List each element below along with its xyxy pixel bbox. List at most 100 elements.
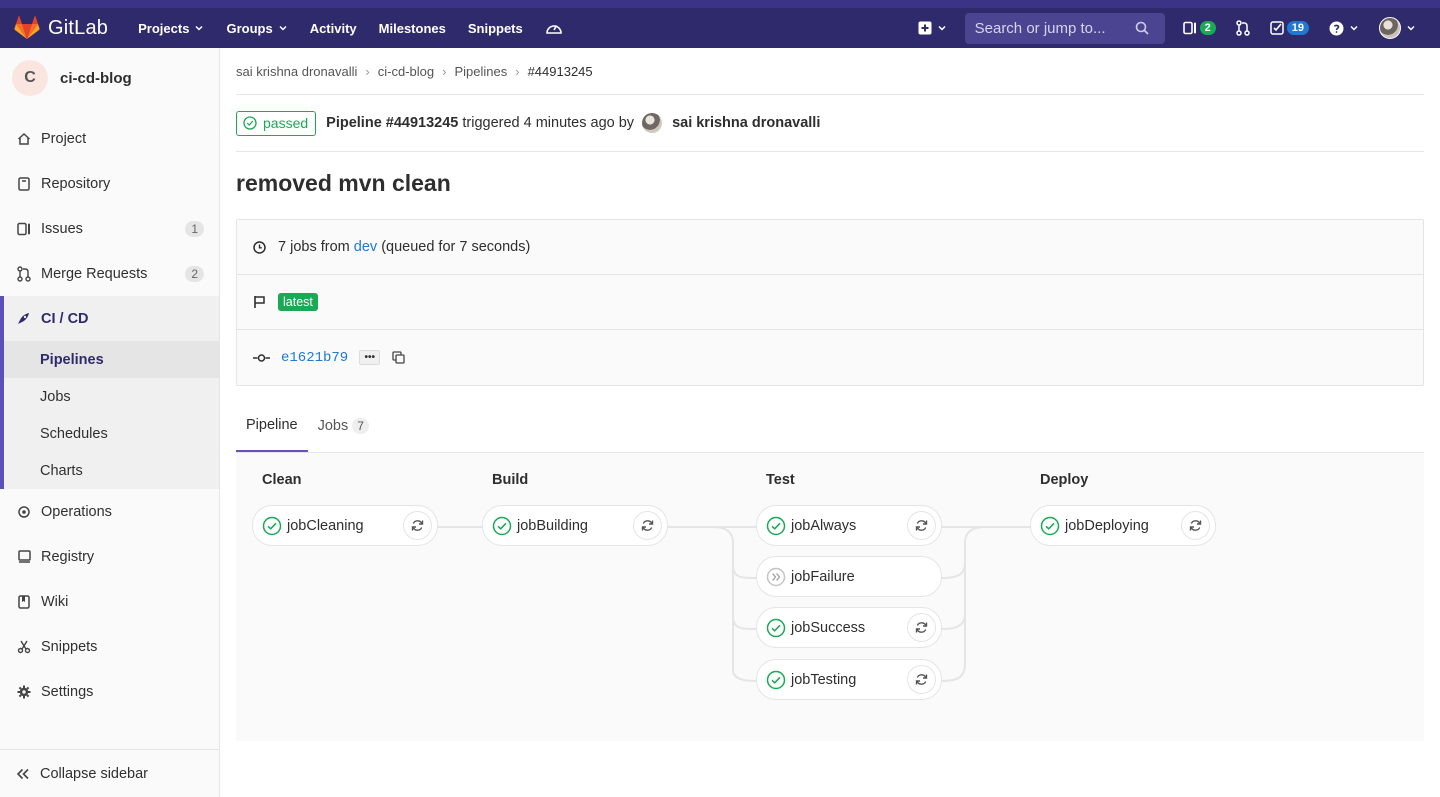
sidebar-subitem-schedules[interactable]: Schedules	[4, 415, 219, 452]
copy-sha-button[interactable]	[392, 351, 405, 364]
user-avatar[interactable]	[642, 113, 663, 133]
nav-groups-label: Groups	[226, 20, 273, 36]
collapse-sidebar-button[interactable]: Collapse sidebar	[0, 749, 219, 797]
user-name-link[interactable]: sai krishna dronavalli	[672, 115, 820, 131]
nav-projects[interactable]: Projects	[138, 21, 204, 36]
job-item[interactable]: jobAlways	[756, 505, 942, 546]
new-dropdown-button[interactable]	[918, 21, 947, 35]
status-success-icon	[766, 670, 786, 690]
nav-activity[interactable]: Activity	[310, 21, 357, 36]
sidebar-item-label: Snippets	[41, 638, 98, 655]
sidebar-subitem-pipelines[interactable]: Pipelines	[4, 341, 219, 378]
job-name: jobAlways	[791, 517, 857, 534]
sidebar-item-registry[interactable]: Registry	[0, 534, 219, 579]
nav-snippets[interactable]: Snippets	[468, 21, 523, 36]
jobs-count-badge: 7	[352, 418, 369, 434]
performance-bar-button[interactable]	[545, 20, 563, 36]
project-header[interactable]: C ci-cd-blog	[0, 48, 219, 108]
scissors-icon	[16, 639, 32, 655]
tab-jobs[interactable]: Jobs 7	[308, 400, 379, 452]
commit-sha-link[interactable]: e1621b79	[281, 350, 348, 366]
user-menu-button[interactable]	[1379, 17, 1416, 39]
brand-name: GitLab	[48, 16, 109, 39]
status-success-icon	[766, 516, 786, 536]
sidebar-item-label: Settings	[41, 683, 94, 700]
merge-requests-nav-button[interactable]	[1236, 20, 1250, 36]
toggle-commit-description-button[interactable]: •••	[359, 350, 381, 365]
help-dropdown-button[interactable]	[1329, 21, 1359, 36]
sidebar-item-wiki[interactable]: Wiki	[0, 579, 219, 624]
job-item[interactable]: jobBuilding	[482, 505, 668, 546]
sidebar-item-label: Repository	[41, 175, 111, 192]
copy-icon	[392, 351, 405, 364]
pipeline-id-title: Pipeline #44913245	[326, 115, 459, 131]
chevron-down-icon	[1407, 25, 1415, 31]
search-box[interactable]	[964, 12, 1165, 44]
merge-request-icon	[1236, 20, 1250, 36]
status-badge[interactable]: passed	[236, 110, 317, 136]
job-item[interactable]: jobSuccess	[756, 607, 942, 648]
sidebar-item-settings[interactable]: Settings	[0, 669, 219, 714]
collapse-sidebar-label: Collapse sidebar	[40, 765, 149, 782]
job-name: jobFailure	[791, 568, 855, 585]
todos-nav-button[interactable]: 19	[1270, 21, 1309, 35]
job-item[interactable]: jobTesting	[756, 659, 942, 700]
search-input[interactable]	[974, 19, 1135, 37]
clock-icon	[253, 240, 267, 254]
issues-nav-button[interactable]: 2	[1182, 21, 1216, 35]
jobs-info-row: 7 jobs from dev (queued for 7 seconds)	[237, 220, 1423, 275]
sidebar-item-project[interactable]: Project	[0, 116, 219, 161]
gitlab-logo[interactable]: GitLab	[14, 8, 108, 48]
sidebar-item-issues[interactable]: Issues 1	[0, 206, 219, 251]
sidebar-item-cicd[interactable]: CI / CD	[4, 296, 219, 341]
breadcrumb-user[interactable]: sai krishna dronavalli	[236, 64, 357, 79]
status-skipped-icon	[766, 567, 786, 587]
sidebar-item-repository[interactable]: Repository	[0, 161, 219, 206]
stage-title-clean: Clean	[262, 472, 302, 488]
disk-icon	[16, 549, 32, 565]
tab-pipeline[interactable]: Pipeline	[236, 400, 308, 452]
retry-job-button[interactable]	[907, 613, 936, 642]
sidebar-subitem-charts[interactable]: Charts	[4, 452, 219, 489]
retry-job-button[interactable]	[907, 511, 936, 540]
job-item[interactable]: jobDeploying	[1030, 505, 1216, 546]
sidebar-item-operations[interactable]: Operations	[0, 489, 219, 534]
main-content: sai krishna dronavalli › ci-cd-blog › Pi…	[236, 48, 1424, 741]
retry-icon	[915, 674, 928, 685]
chevron-down-icon	[938, 25, 946, 31]
issues-count: 1	[185, 220, 204, 237]
retry-job-button[interactable]	[907, 665, 936, 694]
sidebar-item-snippets[interactable]: Snippets	[0, 624, 219, 669]
job-item[interactable]: jobCleaning	[252, 505, 438, 546]
nav-milestones[interactable]: Milestones	[379, 21, 446, 36]
top-navbar: GitLab Projects Groups Activity Mileston…	[0, 0, 1440, 48]
latest-badge: latest	[278, 293, 318, 311]
status-success-icon	[262, 516, 282, 536]
nav-groups[interactable]: Groups	[226, 21, 287, 36]
sidebar-subitem-jobs[interactable]: Jobs	[4, 378, 219, 415]
job-name: jobTesting	[791, 671, 857, 688]
sidebar-item-label: Operations	[41, 503, 112, 520]
issues-icon	[1182, 21, 1196, 35]
breadcrumb-project[interactable]: ci-cd-blog	[378, 64, 434, 79]
job-name: jobBuilding	[517, 517, 588, 534]
retry-job-button[interactable]	[633, 511, 662, 540]
status-success-icon	[766, 618, 786, 638]
status-success-icon	[492, 516, 512, 536]
job-name: jobDeploying	[1065, 517, 1149, 534]
triggered-text: triggered 4 minutes ago by	[462, 115, 635, 131]
rocket-icon	[16, 312, 32, 326]
retry-job-button[interactable]	[403, 511, 432, 540]
book-icon	[16, 176, 32, 192]
branch-link[interactable]: dev	[354, 239, 377, 255]
job-item[interactable]: jobFailure	[756, 556, 942, 597]
sidebar-item-merge-requests[interactable]: Merge Requests 2	[0, 251, 219, 296]
retry-job-button[interactable]	[1181, 511, 1210, 540]
project-avatar: C	[12, 60, 48, 96]
project-name: ci-cd-blog	[60, 69, 132, 87]
project-sidebar: C ci-cd-blog Project Repository Issues 1…	[0, 48, 220, 797]
breadcrumb-pipeline-id[interactable]: #44913245	[528, 64, 593, 79]
breadcrumb-pipelines[interactable]: Pipelines	[454, 64, 507, 79]
breadcrumb: sai krishna dronavalli › ci-cd-blog › Pi…	[236, 48, 1424, 95]
search-icon	[1135, 21, 1149, 35]
